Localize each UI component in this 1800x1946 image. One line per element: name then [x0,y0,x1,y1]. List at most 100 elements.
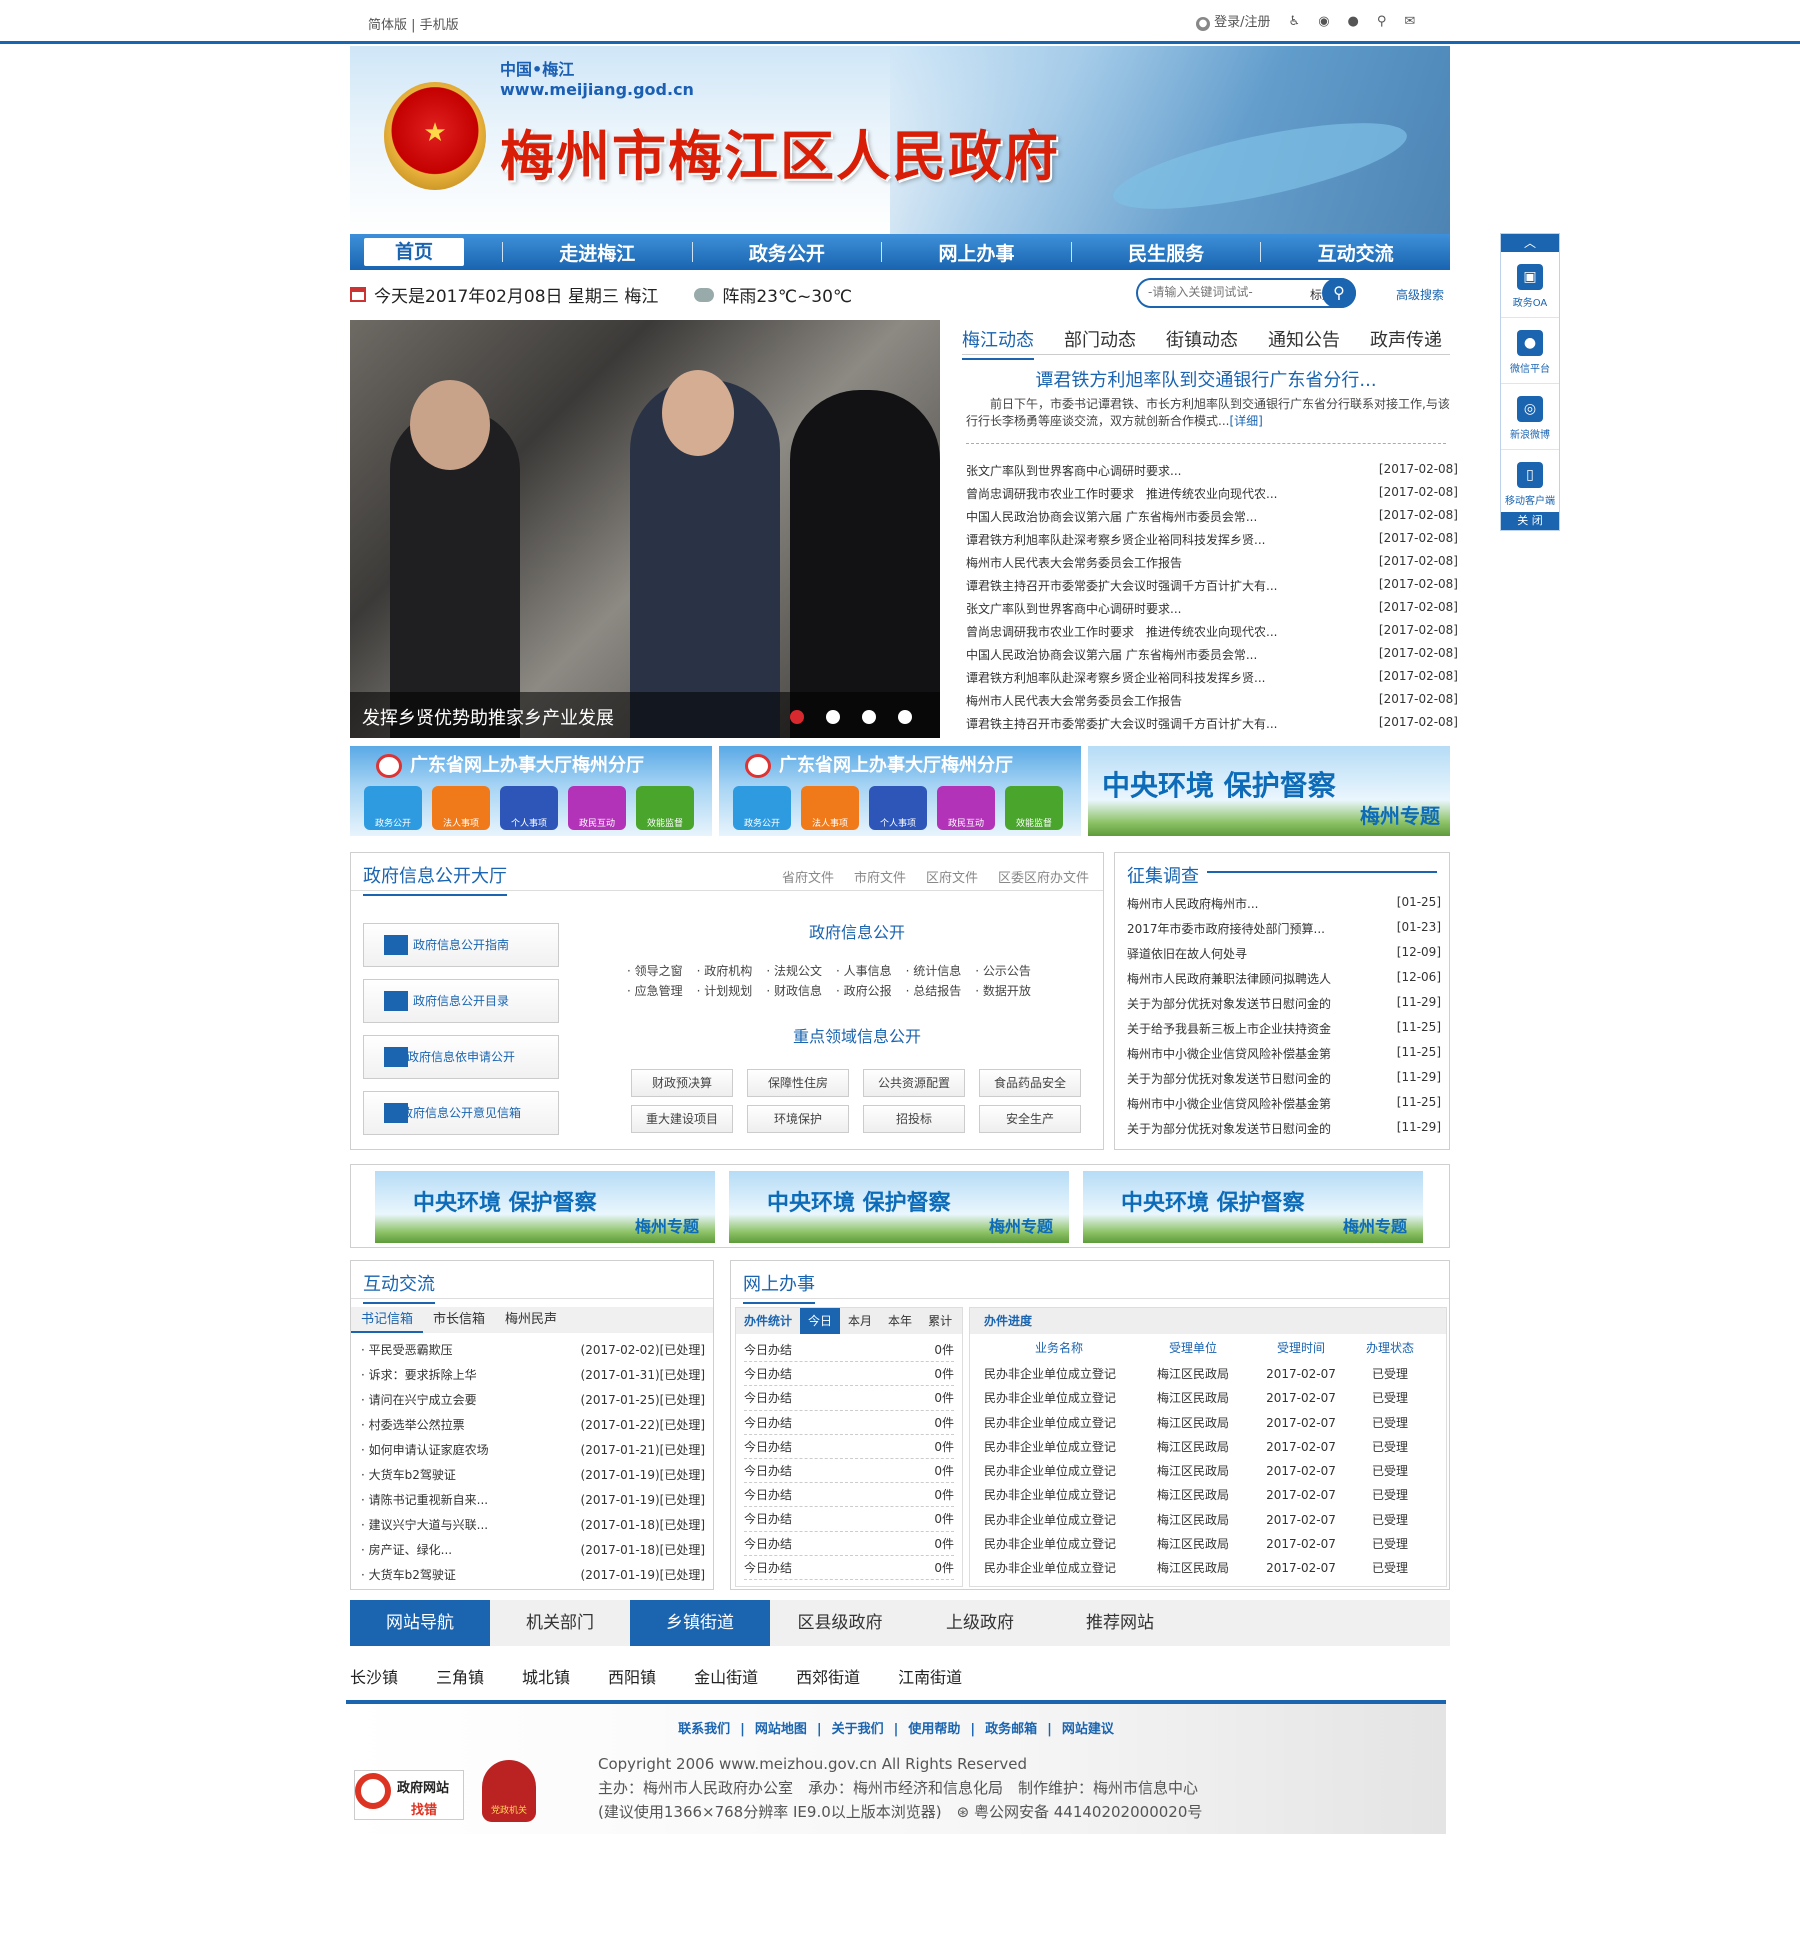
info-category-link[interactable]: 公示公告 [983,964,1031,978]
letter-item[interactable]: · 如何申请认证家庭农场 (2017-01-21)[已处理] [361,1441,705,1466]
key-area-tag[interactable]: 食品药品安全 [979,1069,1081,1097]
info-category-link[interactable]: 领导之窗 [635,964,683,978]
tab-site-nav[interactable]: 网站导航 [350,1600,490,1646]
district-file-link[interactable]: 区府文件 [926,867,978,886]
personal-icon[interactable]: 个人事项 [500,786,558,830]
search-input[interactable] [1148,285,1298,299]
info-guide-button[interactable]: 政府信息公开指南 [363,923,559,967]
news-item[interactable]: 张文广率队到世界客商中心调研时要求... [2017-02-08] [966,462,1458,485]
progress-row[interactable]: 民办非企业单位成立登记 梅江区民政局 2017-02-07 已受理 [970,1459,1446,1483]
town-link[interactable]: 西阳镇 [608,1664,656,1688]
nav-interaction[interactable]: 互动交流 [1261,239,1450,266]
env-inspection-banner[interactable]: 中央环境 保护督察 梅州专题 [375,1171,715,1243]
legal-icon[interactable]: 法人事项 [801,786,859,830]
town-link[interactable]: 城北镇 [522,1664,570,1688]
province-file-link[interactable]: 省府文件 [782,867,834,886]
tab-towns[interactable]: 乡镇街道 [630,1600,770,1646]
float-weibo[interactable]: ◎ 新浪微博 [1501,384,1559,450]
news-item[interactable]: 中国人民政治协商会议第六届 广东省梅州市委员会常... [2017-02-08] [966,508,1458,531]
letter-item[interactable]: · 村委选举公然拉票 (2017-01-22)[已处理] [361,1416,705,1441]
letter-item[interactable]: · 请陈书记重视新自来... (2017-01-19)[已处理] [361,1491,705,1516]
survey-item[interactable]: 关于为部分优抚对象发送节日慰问金的 [11-29] [1127,1070,1441,1095]
info-category-link[interactable]: 人事信息 [844,964,892,978]
tab-year[interactable]: 本年 [880,1308,920,1334]
float-close-button[interactable]: 关 闭 [1501,512,1559,530]
tab-month[interactable]: 本月 [840,1308,880,1334]
gov-open-icon[interactable]: 政务公开 [364,786,422,830]
slide-dot[interactable] [790,710,804,724]
float-mobile[interactable]: ▯ 移动客户端 [1501,450,1559,516]
info-category-link[interactable]: 政府机构 [704,964,752,978]
info-category-link[interactable]: 总结报告 [913,984,961,998]
survey-item[interactable]: 驿道依旧在故人何处寻 [12-09] [1127,945,1441,970]
nav-about[interactable]: 走进梅江 [503,239,692,266]
search-button[interactable]: ⚲ [1322,278,1356,308]
float-oa[interactable]: ▣ 政务OA [1501,252,1559,318]
survey-item[interactable]: 关于为部分优抚对象发送节日慰问金的 [11-29] [1127,995,1441,1020]
tab-secretary-mailbox[interactable]: 书记信箱 [351,1307,424,1333]
info-feedback-button[interactable]: 政府信息公开意见信箱 [363,1091,559,1135]
gov-open-icon[interactable]: 政务公开 [733,786,791,830]
footer-link[interactable]: 关于我们 [832,1722,884,1737]
key-area-tag[interactable]: 重大建设项目 [631,1105,733,1133]
survey-item[interactable]: 关于给予我县新三板上市企业扶持资金 [11-25] [1127,1020,1441,1045]
district-office-file-link[interactable]: 区委区府办文件 [998,867,1089,886]
float-wechat[interactable]: ● 微信平台 [1501,318,1559,384]
progress-row[interactable]: 民办非企业单位成立登记 梅江区民政局 2017-02-07 已受理 [970,1532,1446,1556]
info-category-link[interactable]: 统计信息 [913,964,961,978]
info-request-button[interactable]: 政府信息依申请公开 [363,1035,559,1079]
letter-item[interactable]: · 请问在兴宁成立会要 (2017-01-25)[已处理] [361,1391,705,1416]
mail-icon[interactable]: ✉ [1404,14,1415,29]
interaction-icon[interactable]: 政民互动 [937,786,995,830]
survey-item[interactable]: 梅州市中小微企业信贷风险补偿基金第 [11-25] [1127,1095,1441,1120]
simplified-link[interactable]: 简体版 [368,18,407,33]
mobile-link[interactable]: 手机版 [420,18,459,33]
nav-government[interactable]: 政务公开 [693,239,882,266]
progress-row[interactable]: 民办非企业单位成立登记 梅江区民政局 2017-02-07 已受理 [970,1483,1446,1507]
rss-icon[interactable]: ◉ [1318,14,1329,29]
env-inspection-banner[interactable]: 中央环境 保护督察 梅州专题 [1083,1171,1423,1243]
tab-today[interactable]: 今日 [800,1308,841,1334]
tab-county-gov[interactable]: 区县级政府 [770,1600,910,1646]
tab-superior-gov[interactable]: 上级政府 [910,1600,1050,1646]
letter-item[interactable]: · 平民受恶霸欺压 (2017-02-02)[已处理] [361,1341,705,1366]
progress-row[interactable]: 民办非企业单位成立登记 梅江区民政局 2017-02-07 已受理 [970,1435,1446,1459]
tab-departments[interactable]: 机关部门 [490,1600,630,1646]
news-item[interactable]: 梅州市人民代表大会常务委员会工作报告 [2017-02-08] [966,692,1458,715]
tab-mayor-mailbox[interactable]: 市长信箱 [423,1307,495,1333]
footer-link[interactable]: 网站建议 [1062,1722,1114,1737]
key-area-tag[interactable]: 招投标 [863,1105,965,1133]
tab-recommended[interactable]: 推荐网站 [1050,1600,1190,1646]
collapse-up-icon[interactable]: ︿ [1501,234,1559,252]
news-item[interactable]: 谭君铁主持召开市委常委扩大会议时强调千方百计扩大有... [2017-02-08] [966,577,1458,600]
tab-public-voice[interactable]: 梅州民声 [495,1307,567,1333]
slide-dot[interactable] [862,710,876,724]
interaction-icon[interactable]: 政民互动 [568,786,626,830]
news-item[interactable]: 张文广率队到世界客商中心调研时要求... [2017-02-08] [966,600,1458,623]
supervision-icon[interactable]: 效能监督 [1005,786,1063,830]
survey-item[interactable]: 梅州市人民政府兼职法律顾问拟聘选人 [12-06] [1127,970,1441,995]
detail-link[interactable]: [详细] [1229,414,1262,428]
progress-row[interactable]: 民办非企业单位成立登记 梅江区民政局 2017-02-07 已受理 [970,1508,1446,1532]
info-category-link[interactable]: 财政信息 [774,984,822,998]
key-area-tag[interactable]: 环境保护 [747,1105,849,1133]
personal-icon[interactable]: 个人事项 [869,786,927,830]
advanced-search-link[interactable]: 高级搜索 [1396,286,1444,303]
news-item[interactable]: 曾尚忠调研我市农业工作时要求 推进传统农业向现代农... [2017-02-08] [966,485,1458,508]
env-inspection-banner[interactable]: 中央环境 保护督察 梅州专题 [729,1171,1069,1243]
env-inspection-banner[interactable]: 中央环境 保护督察 梅州专题 [1088,746,1450,836]
nav-online-service[interactable]: 网上办事 [882,239,1071,266]
survey-item[interactable]: 梅州市中小微企业信贷风险补偿基金第 [11-25] [1127,1045,1441,1070]
accessibility-icon[interactable]: ♿ [1289,14,1301,29]
news-item[interactable]: 谭君铁主持召开市委常委扩大会议时强调千方百计扩大有... [2017-02-08] [966,715,1458,738]
key-area-tag[interactable]: 安全生产 [979,1105,1081,1133]
letter-item[interactable]: · 建议兴宁大道与兴联... (2017-01-18)[已处理] [361,1516,705,1541]
info-catalog-button[interactable]: 政府信息公开目录 [363,979,559,1023]
footer-link[interactable]: 联系我们 [678,1722,730,1737]
progress-row[interactable]: 民办非企业单位成立登记 梅江区民政局 2017-02-07 已受理 [970,1556,1446,1580]
survey-item[interactable]: 2017年市委市政府接待处部门预算... [01-23] [1127,920,1441,945]
letter-item[interactable]: · 大货车b2驾驶证 (2017-01-19)[已处理] [361,1466,705,1491]
key-area-tag[interactable]: 公共资源配置 [863,1069,965,1097]
tab-total[interactable]: 累计 [920,1308,960,1334]
info-category-link[interactable]: 应急管理 [635,984,683,998]
